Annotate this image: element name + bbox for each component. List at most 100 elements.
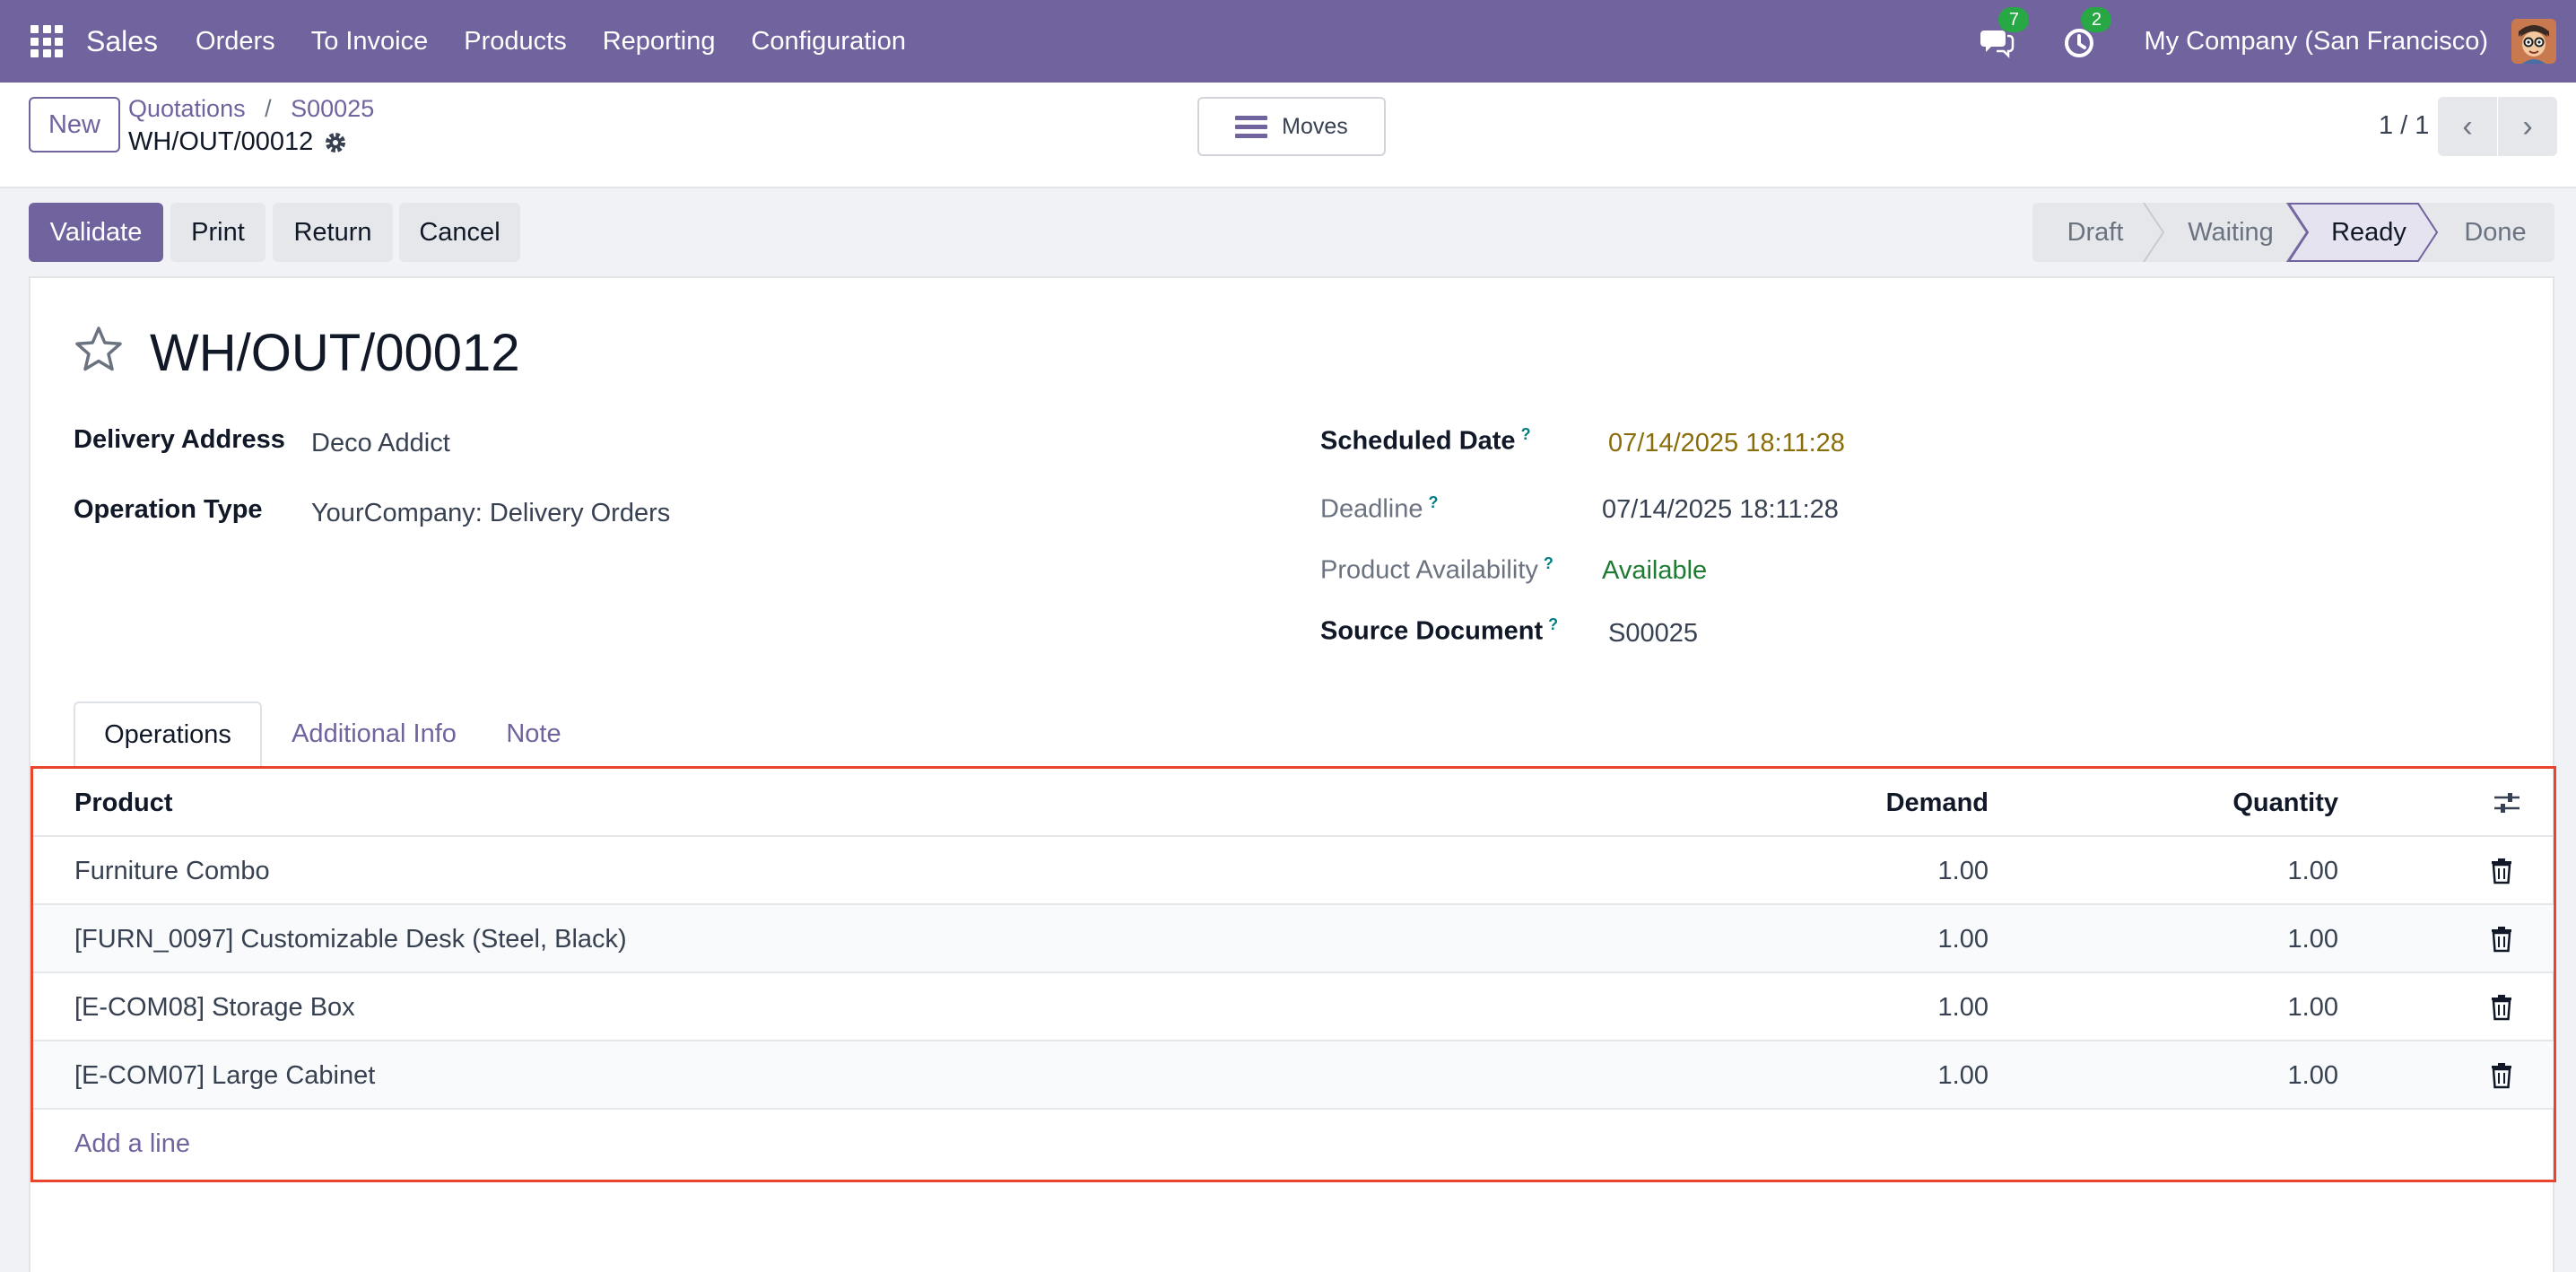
pager-next-button[interactable]: › [2498, 97, 2557, 156]
nav-reporting[interactable]: Reporting [585, 27, 734, 57]
delivery-address-field[interactable]: Deco Addict [311, 429, 450, 458]
demand-cell[interactable]: 1.00 [1648, 1041, 1989, 1110]
status-bar: Draft Waiting Ready Done [2032, 203, 2554, 262]
chevron-left-icon: ‹ [2462, 109, 2473, 144]
top-navbar: Sales Orders To Invoice Products Reporti… [0, 0, 2576, 83]
gear-icon[interactable] [324, 131, 347, 154]
product-cell[interactable]: [E-COM08] Storage Box [74, 973, 355, 1041]
delete-row-button[interactable] [2489, 905, 2514, 973]
demand-cell[interactable]: 1.00 [1648, 837, 1989, 905]
operation-type-label: Operation Type [74, 495, 263, 524]
messages-count-badge: 7 [1998, 7, 2030, 32]
record-name: WH/OUT/00012 [128, 127, 347, 157]
scheduled-date-label: Scheduled Date? [1320, 425, 1531, 457]
messages-button[interactable]: 7 [1979, 7, 2030, 59]
control-panel: New Quotations / S00025 WH/OUT/00012 Mov… [0, 83, 2576, 188]
moves-label: Moves [1282, 113, 1348, 139]
validate-button[interactable]: Validate [29, 203, 163, 262]
avatar-icon [2511, 19, 2556, 64]
source-document-help-icon[interactable]: ? [1548, 615, 1558, 633]
demand-cell[interactable]: 1.00 [1648, 973, 1989, 1041]
stage-ready[interactable]: Ready [2302, 203, 2436, 262]
product-availability-label: Product Availability? [1320, 554, 1553, 586]
trash-icon [2492, 995, 2511, 1021]
stage-draft[interactable]: Draft [2032, 203, 2158, 262]
nav-products[interactable]: Products [446, 27, 584, 57]
print-button[interactable]: Print [170, 203, 265, 262]
delete-row-button[interactable] [2489, 837, 2514, 905]
nav-configuration[interactable]: Configuration [733, 27, 924, 57]
source-document-field[interactable]: S00025 [1608, 619, 1698, 649]
breadcrumb: Quotations / S00025 [128, 95, 374, 123]
column-header-product[interactable]: Product [74, 769, 173, 837]
product-availability-label-text: Product Availability [1320, 555, 1538, 585]
list-icon [1235, 115, 1268, 138]
tab-operations[interactable]: Operations [74, 701, 262, 766]
delete-row-button[interactable] [2489, 1041, 2514, 1110]
quantity-cell[interactable]: 1.00 [1997, 1041, 2338, 1110]
product-cell[interactable]: [E-COM07] Large Cabinet [74, 1041, 375, 1110]
column-header-quantity[interactable]: Quantity [1997, 769, 2338, 837]
app-brand[interactable]: Sales [86, 25, 158, 58]
tab-note[interactable]: Note [486, 701, 581, 766]
source-document-label: Source Document? [1320, 615, 1558, 647]
deadline-field[interactable]: 07/14/2025 18:11:28 [1602, 495, 1839, 525]
sliders-icon [2494, 793, 2519, 813]
scheduled-date-field[interactable]: 07/14/2025 18:11:28 [1608, 429, 1845, 458]
add-line-link[interactable]: Add a line [74, 1110, 190, 1178]
table-row[interactable]: Furniture Combo 1.00 1.00 [33, 837, 2554, 905]
chevron-right-icon: › [2522, 109, 2533, 144]
activities-button[interactable]: 2 [2061, 7, 2112, 59]
pager-value[interactable]: 1 / 1 [2379, 111, 2429, 141]
table-row[interactable]: [E-COM07] Large Cabinet 1.00 1.00 [33, 1041, 2554, 1110]
demand-cell[interactable]: 1.00 [1648, 905, 1989, 973]
app-menu-icon[interactable] [30, 25, 63, 57]
table-row[interactable]: [E-COM08] Storage Box 1.00 1.00 [33, 973, 2554, 1041]
delete-row-button[interactable] [2489, 973, 2514, 1041]
new-button[interactable]: New [29, 97, 120, 152]
quantity-cell[interactable]: 1.00 [1997, 905, 2338, 973]
operations-table: Product Demand Quantity Furniture Combo … [30, 766, 2556, 1182]
return-button[interactable]: Return [273, 203, 393, 262]
delivery-address-label: Delivery Address [74, 425, 285, 454]
nav-orders[interactable]: Orders [178, 27, 293, 57]
product-cell[interactable]: [FURN_0097] Customizable Desk (Steel, Bl… [74, 905, 627, 973]
company-switcher[interactable]: My Company (San Francisco) [2144, 27, 2488, 57]
source-document-label-text: Source Document [1320, 616, 1544, 646]
breadcrumb-separator: / [265, 95, 272, 122]
form-sheet: WH/OUT/00012 Delivery Address Deco Addic… [29, 276, 2556, 1272]
operation-type-field[interactable]: YourCompany: Delivery Orders [311, 499, 670, 528]
scheduled-date-label-text: Scheduled Date [1320, 426, 1516, 456]
add-line-row: Add a line [33, 1110, 2554, 1178]
nav-to-invoice[interactable]: To Invoice [293, 27, 447, 57]
availability-help-icon[interactable]: ? [1544, 554, 1553, 572]
user-avatar[interactable] [2511, 19, 2556, 64]
quantity-cell[interactable]: 1.00 [1997, 837, 2338, 905]
breadcrumb-order[interactable]: S00025 [291, 95, 374, 122]
stage-waiting[interactable]: Waiting [2163, 203, 2298, 262]
record-title: WH/OUT/00012 [150, 324, 520, 382]
trash-icon [2492, 1063, 2511, 1089]
star-icon[interactable] [74, 325, 124, 375]
product-cell[interactable]: Furniture Combo [74, 837, 270, 905]
column-header-demand[interactable]: Demand [1648, 769, 1989, 837]
deadline-help-icon[interactable]: ? [1428, 493, 1438, 511]
optional-columns-toggle[interactable] [2493, 769, 2521, 837]
quantity-cell[interactable]: 1.00 [1997, 973, 2338, 1041]
table-row[interactable]: [FURN_0097] Customizable Desk (Steel, Bl… [33, 905, 2554, 973]
breadcrumb-quotations[interactable]: Quotations [128, 95, 246, 122]
activities-count-badge: 2 [2081, 7, 2112, 32]
scheduled-date-help-icon[interactable]: ? [1521, 425, 1531, 443]
cancel-button[interactable]: Cancel [399, 203, 520, 262]
product-availability-value: Available [1602, 556, 1708, 585]
moves-smart-button[interactable]: Moves [1197, 97, 1386, 156]
trash-icon [2492, 927, 2511, 953]
table-header-row: Product Demand Quantity [33, 769, 2554, 837]
record-name-text: WH/OUT/00012 [128, 127, 314, 156]
deadline-label: Deadline? [1320, 493, 1438, 525]
pager-previous-button[interactable]: ‹ [2438, 97, 2497, 156]
deadline-label-text: Deadline [1320, 494, 1423, 524]
tab-additional-info[interactable]: Additional Info [273, 701, 475, 766]
stage-done[interactable]: Done [2436, 203, 2554, 262]
trash-icon [2492, 858, 2511, 884]
